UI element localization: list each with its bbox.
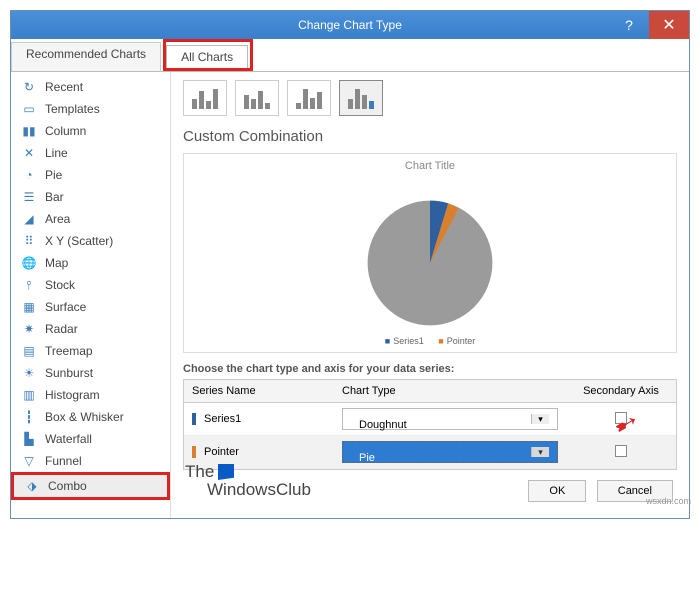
tab-all-charts[interactable]: All Charts	[166, 45, 248, 68]
sidebar-item-pie[interactable]: ◔Pie	[11, 164, 170, 186]
map-icon: 🌐	[21, 255, 37, 271]
source-url: wsxdn.com	[646, 496, 691, 506]
combo-subtype-thumbs	[183, 80, 677, 116]
thumb-clustered-column-line-secondary[interactable]	[235, 80, 279, 116]
legend-pointer: Pointer	[438, 336, 475, 346]
secondary-axis-checkbox-pointer[interactable]	[615, 445, 627, 457]
thumb-clustered-column-line[interactable]	[183, 80, 227, 116]
tabstrip: Recommended Charts All Charts	[11, 39, 689, 72]
scatter-icon: ⠿	[21, 233, 37, 249]
treemap-icon: ▤	[21, 343, 37, 359]
sidebar-item-waterfall[interactable]: ▙Waterfall	[11, 428, 170, 450]
sidebar-item-line[interactable]: ✕Line	[11, 142, 170, 164]
watermark: The	[185, 462, 238, 482]
tab-recommended-charts[interactable]: Recommended Charts	[11, 42, 161, 71]
preview-pie-icon	[365, 198, 495, 328]
sidebar-item-xy[interactable]: ⠿X Y (Scatter)	[11, 230, 170, 252]
series-row-series1: Series1 Doughnut ▾	[184, 403, 676, 436]
combo-icon: ⬗	[24, 478, 40, 494]
surface-icon: ▦	[21, 299, 37, 315]
title-text: Change Chart Type	[298, 18, 402, 32]
dialog-change-chart-type: Change Chart Type ? ✕ Recommended Charts…	[10, 10, 690, 519]
pointer-name: Pointer	[204, 446, 239, 458]
windows-logo-icon	[218, 464, 234, 480]
ok-button[interactable]: OK	[528, 480, 586, 502]
highlight-all-charts: All Charts	[163, 39, 253, 71]
area-icon: ◢	[21, 211, 37, 227]
sidebar-item-sunburst[interactable]: ☀Sunburst	[11, 362, 170, 384]
series-grid: Series Name Chart Type Secondary Axis Se…	[183, 379, 677, 470]
chart-type-select-series1[interactable]: Doughnut ▾	[342, 408, 558, 430]
subtype-heading: Custom Combination	[183, 128, 677, 145]
series1-name: Series1	[204, 413, 241, 425]
grid-header: Series Name Chart Type Secondary Axis	[184, 380, 676, 403]
box-whisker-icon: ┇	[21, 409, 37, 425]
chart-type-select-pointer[interactable]: Pie ▾	[342, 441, 558, 463]
preview-legend: Series1 Pointer	[184, 336, 676, 346]
main-panel: Custom Combination Chart Title Series1 P…	[171, 72, 689, 518]
legend-series1: Series1	[385, 336, 424, 346]
chart-preview: Chart Title Series1 Pointer	[183, 153, 677, 353]
sidebar-item-map[interactable]: 🌐Map	[11, 252, 170, 274]
chevron-down-icon: ▾	[531, 414, 549, 424]
templates-icon: ▭	[21, 101, 37, 117]
recent-icon: ↻	[21, 79, 37, 95]
highlight-combo: ⬗Combo	[11, 472, 170, 500]
bar-icon: ☰	[21, 189, 37, 205]
thumb-custom-combination[interactable]	[339, 80, 383, 116]
sidebar-item-stock[interactable]: ⫯Stock	[11, 274, 170, 296]
sidebar-item-bar[interactable]: ☰Bar	[11, 186, 170, 208]
sidebar-item-treemap[interactable]: ▤Treemap	[11, 340, 170, 362]
sidebar-item-funnel[interactable]: ▽Funnel	[11, 450, 170, 472]
help-button[interactable]: ?	[609, 11, 649, 39]
chart-category-sidebar: ↻Recent ▭Templates ▮▮Column ✕Line ◔Pie ☰…	[11, 72, 171, 518]
col-series-name: Series Name	[184, 380, 334, 402]
radar-icon: ✷	[21, 321, 37, 337]
close-button[interactable]: ✕	[649, 11, 689, 39]
sidebar-item-area[interactable]: ◢Area	[11, 208, 170, 230]
column-icon: ▮▮	[21, 123, 37, 139]
pie-icon: ◔	[21, 167, 37, 183]
watermark-line2: WindowsClub	[207, 480, 311, 500]
sidebar-item-histogram[interactable]: ▥Histogram	[11, 384, 170, 406]
sidebar-item-box-whisker[interactable]: ┇Box & Whisker	[11, 406, 170, 428]
sidebar-item-templates[interactable]: ▭Templates	[11, 98, 170, 120]
swatch-pointer	[192, 446, 196, 458]
sidebar-item-radar[interactable]: ✷Radar	[11, 318, 170, 340]
histogram-icon: ▥	[21, 387, 37, 403]
col-secondary-axis: Secondary Axis	[566, 380, 676, 402]
thumb-stacked-area-column[interactable]	[287, 80, 331, 116]
swatch-series1	[192, 413, 196, 425]
preview-title: Chart Title	[184, 154, 676, 172]
sidebar-item-surface[interactable]: ▦Surface	[11, 296, 170, 318]
stock-icon: ⫯	[21, 277, 37, 293]
sunburst-icon: ☀	[21, 365, 37, 381]
sidebar-item-combo[interactable]: ⬗Combo	[14, 475, 167, 497]
chevron-down-icon: ▾	[531, 447, 549, 457]
col-chart-type: Chart Type	[334, 380, 566, 402]
sidebar-item-column[interactable]: ▮▮Column	[11, 120, 170, 142]
funnel-icon: ▽	[21, 453, 37, 469]
choose-label: Choose the chart type and axis for your …	[183, 363, 677, 375]
sidebar-item-recent[interactable]: ↻Recent	[11, 76, 170, 98]
series-row-pointer: Pointer Pie ▾	[184, 436, 676, 469]
line-icon: ✕	[21, 145, 37, 161]
waterfall-icon: ▙	[21, 431, 37, 447]
titlebar: Change Chart Type ? ✕	[11, 11, 689, 39]
